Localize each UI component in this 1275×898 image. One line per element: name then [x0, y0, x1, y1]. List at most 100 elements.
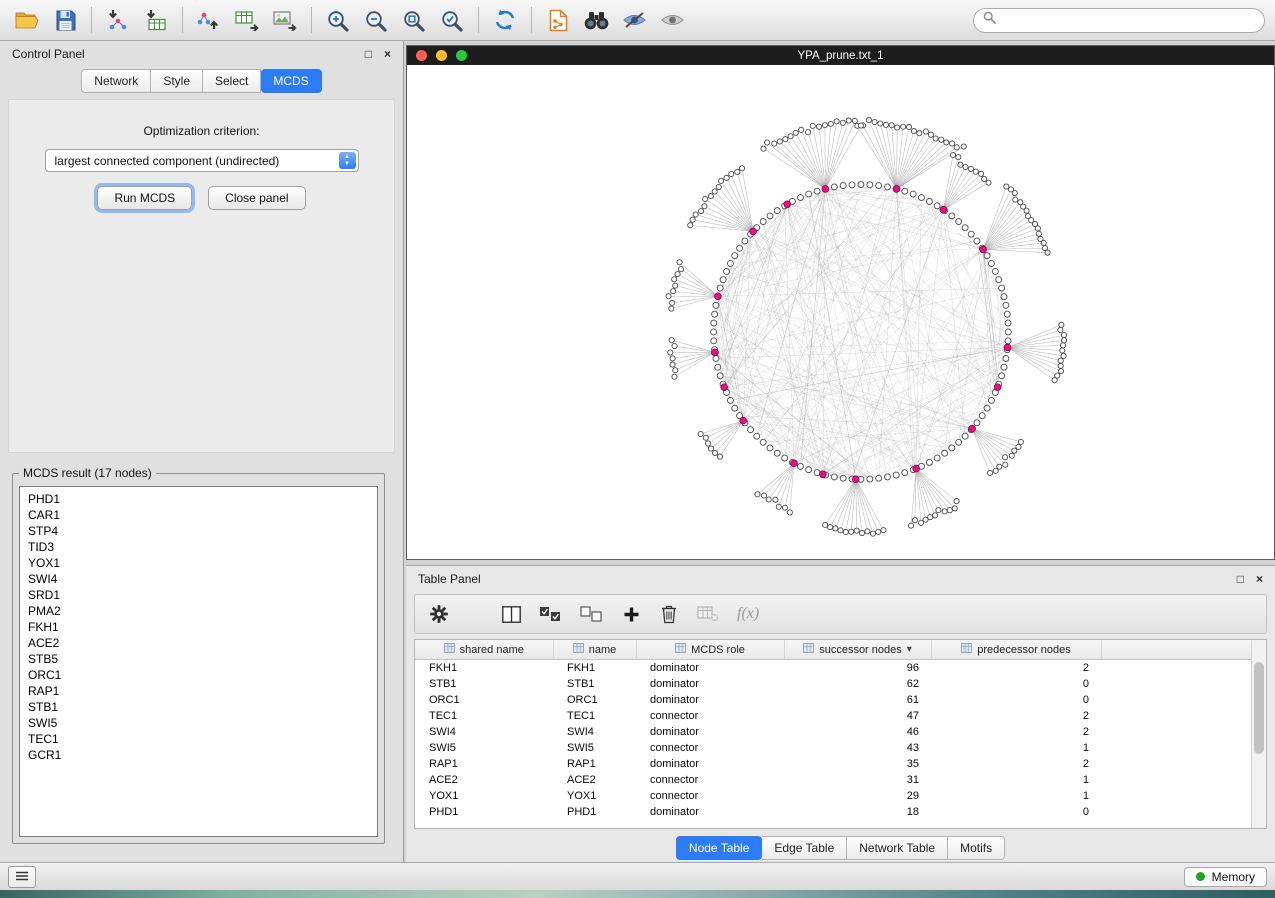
cell-name[interactable]: ACE2: [553, 772, 636, 788]
cell-name[interactable]: PHD1: [553, 804, 636, 820]
cell-predecessor-nodes[interactable]: 0: [931, 804, 1101, 820]
cell-predecessor-nodes[interactable]: 1: [931, 772, 1101, 788]
cell-mcds-role[interactable]: dominator: [636, 676, 784, 692]
cell-successor-nodes[interactable]: 96: [784, 660, 931, 677]
mcds-result-item[interactable]: CAR1: [28, 507, 369, 523]
search-input[interactable]: [1002, 12, 1255, 28]
cell-mcds-role[interactable]: dominator: [636, 804, 784, 820]
export-table-icon[interactable]: [230, 5, 264, 35]
table-row[interactable]: PHD1PHD1dominator180: [415, 804, 1252, 820]
table-row[interactable]: STB1STB1dominator620: [415, 676, 1252, 692]
table-row[interactable]: TEC1TEC1connector472: [415, 708, 1252, 724]
column-header-name[interactable]: name: [553, 640, 636, 660]
minimize-window-icon[interactable]: [436, 50, 447, 61]
mcds-result-item[interactable]: SWI4: [28, 571, 369, 587]
cell-mcds-role[interactable]: connector: [636, 740, 784, 756]
close-window-icon[interactable]: [416, 50, 427, 61]
cell-successor-nodes[interactable]: 47: [784, 708, 931, 724]
cell-shared-name[interactable]: RAP1: [415, 756, 553, 772]
tab-network[interactable]: Network: [81, 69, 151, 93]
column-options-icon[interactable]: [803, 643, 814, 656]
column-header-mcds-role[interactable]: MCDS role: [636, 640, 784, 660]
tab-select[interactable]: Select: [203, 69, 261, 93]
cell-predecessor-nodes[interactable]: 0: [931, 692, 1101, 708]
cell-predecessor-nodes[interactable]: 1: [931, 788, 1101, 804]
table-row[interactable]: FKH1FKH1dominator962: [415, 660, 1252, 677]
cell-name[interactable]: SWI5: [553, 740, 636, 756]
hide-graphics-details-icon[interactable]: [617, 5, 651, 35]
cell-predecessor-nodes[interactable]: 2: [931, 756, 1101, 772]
mcds-result-item[interactable]: RAP1: [28, 683, 369, 699]
column-options-icon[interactable]: [961, 643, 972, 656]
cell-mcds-role[interactable]: dominator: [636, 692, 784, 708]
mcds-result-item[interactable]: TID3: [28, 539, 369, 555]
cell-shared-name[interactable]: STB1: [415, 676, 553, 692]
zoom-in-icon[interactable]: [321, 5, 355, 35]
cell-mcds-role[interactable]: connector: [636, 772, 784, 788]
cell-mcds-role[interactable]: connector: [636, 788, 784, 804]
table-row[interactable]: SWI5SWI5connector431: [415, 740, 1252, 756]
cell-name[interactable]: STB1: [553, 676, 636, 692]
cell-shared-name[interactable]: YOX1: [415, 788, 553, 804]
cell-shared-name[interactable]: TEC1: [415, 708, 553, 724]
column-options-icon[interactable]: [675, 643, 686, 656]
cell-name[interactable]: YOX1: [553, 788, 636, 804]
deselect-all-button[interactable]: [580, 602, 603, 626]
tab-node-table[interactable]: Node Table: [676, 836, 763, 860]
export-image-icon[interactable]: [268, 5, 302, 35]
mcds-result-item[interactable]: TEC1: [28, 731, 369, 747]
cell-mcds-role[interactable]: dominator: [636, 660, 784, 677]
settings-button[interactable]: [429, 602, 449, 626]
import-table-from-file-icon[interactable]: [139, 5, 173, 35]
cell-mcds-role[interactable]: dominator: [636, 724, 784, 740]
network-window-titlebar[interactable]: YPA_prune.txt_1: [407, 46, 1274, 65]
cell-shared-name[interactable]: SWI5: [415, 740, 553, 756]
float-table-panel-icon[interactable]: □: [1237, 573, 1244, 585]
cell-successor-nodes[interactable]: 18: [784, 804, 931, 820]
share-document-icon[interactable]: [541, 5, 575, 35]
network-graph[interactable]: [407, 65, 1274, 559]
zoom-fit-icon[interactable]: [397, 5, 431, 35]
mcds-result-item[interactable]: STB1: [28, 699, 369, 715]
optimization-criterion-select[interactable]: largest connected component (undirected)…: [45, 149, 359, 172]
column-header-shared-name[interactable]: shared name: [415, 640, 553, 660]
tab-network-table[interactable]: Network Table: [847, 836, 948, 860]
cell-predecessor-nodes[interactable]: 2: [931, 724, 1101, 740]
export-network-icon[interactable]: [192, 5, 226, 35]
cell-successor-nodes[interactable]: 31: [784, 772, 931, 788]
mcds-result-item[interactable]: PMA2: [28, 603, 369, 619]
zoom-selected-icon[interactable]: [435, 5, 469, 35]
run-mcds-button[interactable]: Run MCDS: [97, 186, 192, 210]
cell-predecessor-nodes[interactable]: 2: [931, 708, 1101, 724]
tab-motifs[interactable]: Motifs: [948, 836, 1005, 860]
cell-predecessor-nodes[interactable]: 0: [931, 676, 1101, 692]
cell-shared-name[interactable]: ORC1: [415, 692, 553, 708]
mcds-result-item[interactable]: YOX1: [28, 555, 369, 571]
cell-successor-nodes[interactable]: 35: [784, 756, 931, 772]
mcds-result-item[interactable]: STP4: [28, 523, 369, 539]
cell-mcds-role[interactable]: connector: [636, 708, 784, 724]
table-row[interactable]: ACE2ACE2connector311: [415, 772, 1252, 788]
close-panel-icon[interactable]: ×: [384, 48, 391, 60]
close-table-panel-icon[interactable]: ×: [1256, 573, 1263, 585]
apply-preferred-layout-icon[interactable]: [488, 5, 522, 35]
cell-successor-nodes[interactable]: 61: [784, 692, 931, 708]
tab-mcds[interactable]: MCDS: [261, 69, 321, 93]
column-options-icon[interactable]: [444, 643, 455, 656]
delete-row-button[interactable]: [659, 602, 679, 626]
import-network-from-file-icon[interactable]: [101, 5, 135, 35]
search-box[interactable]: [973, 8, 1265, 33]
cell-successor-nodes[interactable]: 43: [784, 740, 931, 756]
cell-name[interactable]: SWI4: [553, 724, 636, 740]
table-row[interactable]: ORC1ORC1dominator610: [415, 692, 1252, 708]
cell-name[interactable]: TEC1: [553, 708, 636, 724]
cell-name[interactable]: FKH1: [553, 660, 636, 677]
cell-name[interactable]: ORC1: [553, 692, 636, 708]
mcds-result-item[interactable]: ACE2: [28, 635, 369, 651]
cell-shared-name[interactable]: PHD1: [415, 804, 553, 820]
mcds-result-item[interactable]: PHD1: [28, 491, 369, 507]
tab-edge-table[interactable]: Edge Table: [762, 836, 847, 860]
task-history-button[interactable]: [8, 866, 36, 888]
table-scrollbar[interactable]: [1251, 640, 1266, 828]
cell-successor-nodes[interactable]: 46: [784, 724, 931, 740]
